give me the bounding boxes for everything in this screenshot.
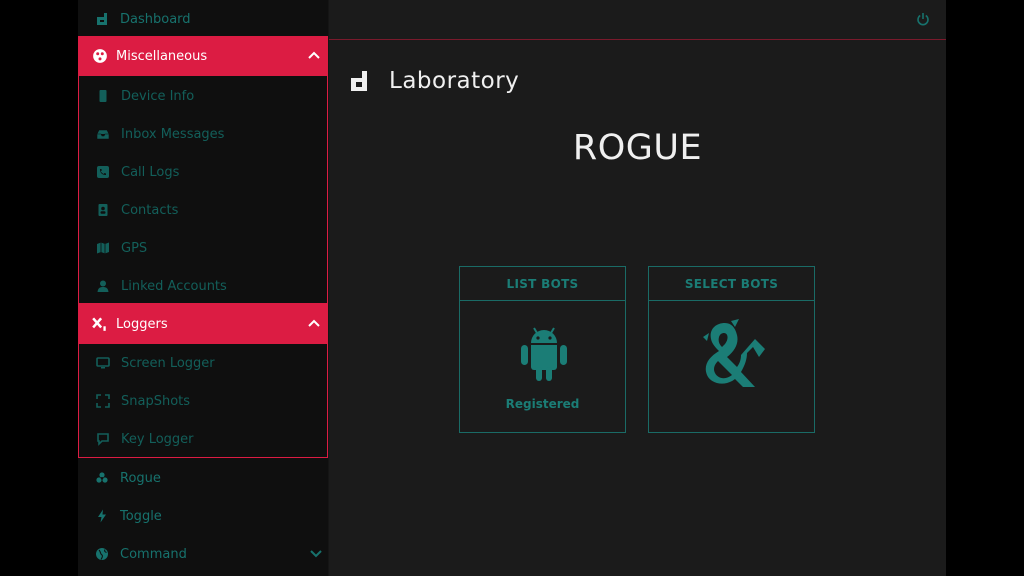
user-icon xyxy=(95,278,111,294)
map-icon xyxy=(95,240,111,256)
comment-icon xyxy=(95,431,111,447)
card-title: LIST BOTS xyxy=(460,267,625,301)
power-icon[interactable] xyxy=(916,12,930,26)
globe-icon xyxy=(94,546,110,562)
select-bots-card[interactable]: SELECT BOTS xyxy=(648,266,815,433)
chevron-up-icon xyxy=(308,51,320,59)
expand-icon xyxy=(95,393,111,409)
sidebar-item-toggle[interactable]: Toggle xyxy=(78,497,328,535)
sidebar: Dashboard Miscellaneous Device Info Inbo… xyxy=(78,0,329,576)
sidebar-item-label: GPS xyxy=(121,240,148,256)
sidebar-item-label: Key Logger xyxy=(121,431,194,447)
address-book-icon xyxy=(95,202,111,218)
app-window: Dashboard Miscellaneous Device Info Inbo… xyxy=(78,0,946,576)
subscript-x-icon xyxy=(92,316,108,332)
sidebar-item-label: Inbox Messages xyxy=(121,126,225,142)
sidebar-item-rogue[interactable]: Rogue xyxy=(78,459,328,497)
sidebar-item-dashboard[interactable]: Dashboard xyxy=(78,0,328,38)
card-title: SELECT BOTS xyxy=(649,267,814,301)
chevron-down-icon[interactable] xyxy=(310,549,322,559)
sidebar-section-loggers[interactable]: Loggers xyxy=(78,304,328,344)
top-bar xyxy=(329,0,946,40)
biohazard-icon xyxy=(94,470,110,486)
chevron-up-icon xyxy=(308,319,320,327)
page-title-text: Laboratory xyxy=(389,68,520,94)
sidebar-item-label: Call Logs xyxy=(121,164,180,180)
bolt-icon xyxy=(94,508,110,524)
app-logo-icon xyxy=(351,71,367,91)
sidebar-item-label: Screen Logger xyxy=(121,355,215,371)
list-bots-card[interactable]: LIST BOTS Registered xyxy=(459,266,626,433)
section-label: Miscellaneous xyxy=(116,48,208,64)
sidebar-item-call-logs[interactable]: Call Logs xyxy=(79,153,329,191)
phone-square-icon xyxy=(95,164,111,180)
phone-icon xyxy=(95,88,111,104)
card-body: Registered xyxy=(460,301,625,434)
sidebar-item-inbox-messages[interactable]: Inbox Messages xyxy=(79,115,329,153)
sidebar-item-label: Linked Accounts xyxy=(121,278,227,294)
sidebar-item-snapshots[interactable]: SnapShots xyxy=(79,382,329,420)
dragon-ampersand-icon xyxy=(703,319,765,387)
sidebar-item-label: Device Info xyxy=(121,88,195,104)
inbox-icon xyxy=(95,126,111,142)
desktop-icon xyxy=(95,355,111,371)
sidebar-item-contacts[interactable]: Contacts xyxy=(79,191,329,229)
sidebar-item-label: Contacts xyxy=(121,202,179,218)
sidebar-item-label: Command xyxy=(120,546,187,562)
sidebar-item-linked-accounts[interactable]: Linked Accounts xyxy=(79,267,329,305)
sidebar-item-device-info[interactable]: Device Info xyxy=(79,77,329,115)
section-heading: ROGUE xyxy=(572,128,703,168)
sidebar-item-label: Rogue xyxy=(120,470,161,486)
misc-icon xyxy=(92,48,108,64)
section-label: Loggers xyxy=(116,316,168,332)
sidebar-item-gps[interactable]: GPS xyxy=(79,229,329,267)
sidebar-item-label: Toggle xyxy=(120,508,162,524)
card-caption: Registered xyxy=(505,397,580,411)
sidebar-item-label: SnapShots xyxy=(121,393,191,409)
card-body xyxy=(649,301,814,434)
misc-group: Device Info Inbox Messages Call Logs Con… xyxy=(78,76,328,304)
sidebar-item-screen-logger[interactable]: Screen Logger xyxy=(79,344,329,382)
sidebar-item-label: Dashboard xyxy=(120,11,191,27)
sidebar-item-key-logger[interactable]: Key Logger xyxy=(79,420,329,458)
android-icon xyxy=(521,327,567,381)
dashboard-icon xyxy=(94,11,110,27)
main-panel: Laboratory ROGUE LIST BOTS Registered SE… xyxy=(329,0,946,576)
page-title: Laboratory xyxy=(349,68,519,94)
sidebar-section-miscellaneous[interactable]: Miscellaneous xyxy=(78,36,328,76)
loggers-group: Screen Logger SnapShots Key Logger xyxy=(78,344,328,458)
sidebar-item-command[interactable]: Command xyxy=(78,535,328,573)
